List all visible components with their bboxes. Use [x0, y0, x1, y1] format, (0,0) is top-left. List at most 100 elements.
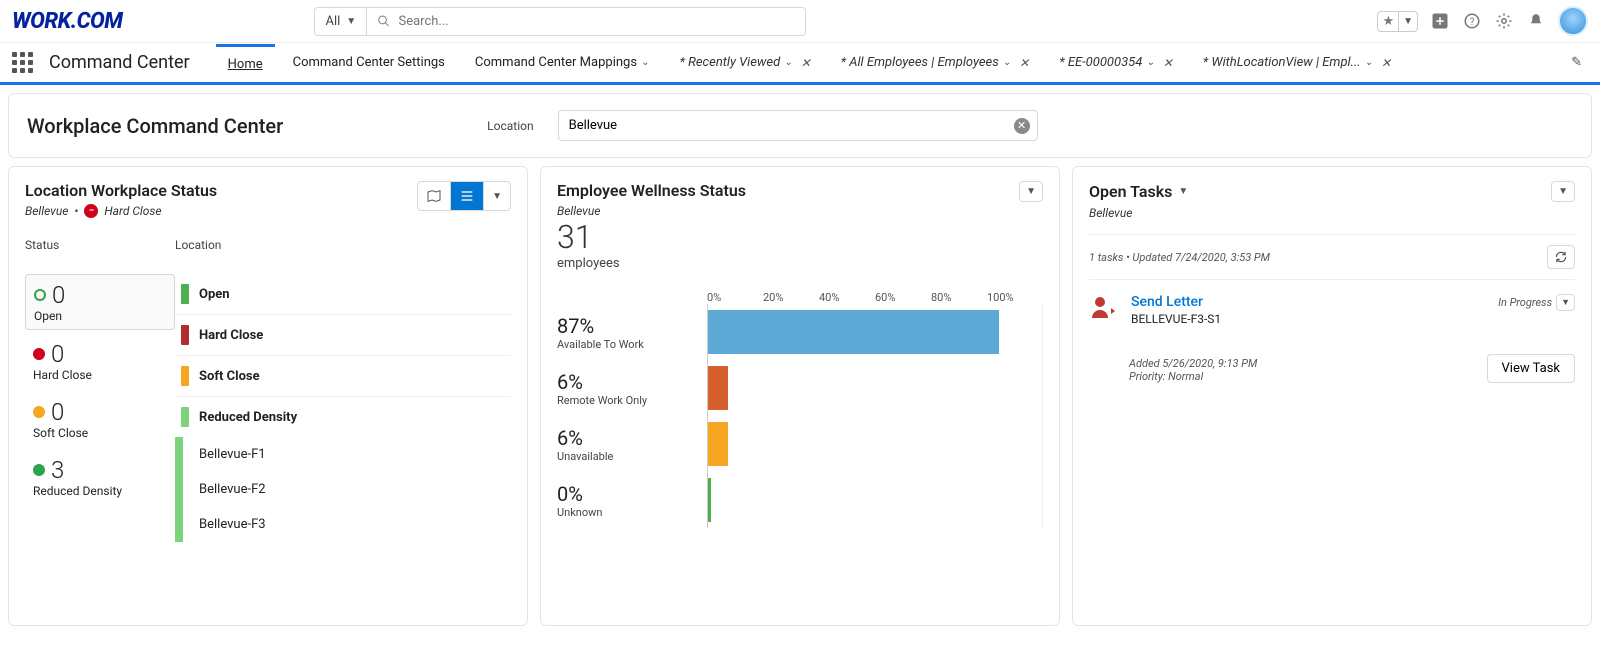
- card-title: Open Tasks: [1089, 182, 1172, 201]
- bar-icon: [181, 325, 189, 345]
- search-scope-label: All: [325, 14, 340, 29]
- bar-label: Remote Work Only: [557, 394, 707, 407]
- close-icon[interactable]: ✕: [1381, 56, 1391, 70]
- hard-close-icon: [33, 348, 45, 360]
- search-input[interactable]: [398, 14, 795, 29]
- location-child-row[interactable]: Bellevue-F2: [183, 472, 511, 507]
- favorites-dropdown[interactable]: ★▼: [1377, 11, 1418, 32]
- task-icon: [1089, 294, 1119, 324]
- star-icon: ★: [1378, 12, 1399, 31]
- bar-label: Available To Work: [557, 338, 707, 351]
- location-row-reduced[interactable]: Reduced Density: [175, 397, 511, 437]
- chevron-down-icon[interactable]: ▼: [1178, 186, 1188, 197]
- tab-withlocationview[interactable]: * WithLocationView | Empl... ⌄ ✕: [1191, 45, 1403, 80]
- status-hard-close[interactable]: 0 Hard Close: [25, 334, 175, 388]
- chart-bar: [708, 366, 728, 410]
- bar-label: Unknown: [557, 506, 707, 519]
- tab-ee-record[interactable]: * EE-00000354⌄✕: [1047, 45, 1185, 80]
- hard-close-icon: –: [84, 204, 98, 218]
- tab-label: Home: [228, 57, 263, 72]
- axis-tick: 100%: [987, 291, 1043, 304]
- search-scope-dropdown[interactable]: All ▼: [314, 7, 366, 36]
- location-input[interactable]: [558, 110, 1038, 141]
- chevron-down-icon: ⌄: [784, 57, 792, 68]
- location-row-open[interactable]: Open: [175, 274, 511, 315]
- chart-bar: [708, 422, 728, 466]
- pencil-icon[interactable]: ✎: [1565, 49, 1588, 76]
- clear-icon[interactable]: ✕: [1014, 118, 1030, 134]
- location-label: Location: [487, 119, 533, 133]
- chart-row: 87%Available To Work: [557, 304, 1043, 360]
- logo: WORK.COM: [12, 9, 122, 34]
- bar-icon: [181, 407, 189, 427]
- page-title: Workplace Command Center: [27, 114, 283, 138]
- bar-pct: 6%: [557, 426, 707, 450]
- employee-count-label: employees: [557, 256, 746, 271]
- open-icon: [34, 289, 46, 301]
- add-icon[interactable]: [1430, 11, 1450, 31]
- search-icon: [377, 14, 390, 28]
- task-title-link[interactable]: Send Letter: [1131, 294, 1486, 310]
- chevron-down-icon: ⌄: [1365, 57, 1373, 68]
- chart-row: 6%Unavailable: [557, 416, 1043, 472]
- tab-label: Command Center Mappings: [475, 55, 637, 70]
- card-location: Bellevue: [1089, 206, 1132, 220]
- app-name: Command Center: [49, 52, 190, 73]
- location-child-row[interactable]: Bellevue-F3: [183, 507, 511, 542]
- tab-label: Command Center Settings: [293, 55, 445, 70]
- svg-text:?: ?: [1470, 17, 1475, 28]
- card-menu-button[interactable]: ▼: [1019, 181, 1043, 202]
- gear-icon[interactable]: [1494, 11, 1514, 31]
- chevron-down-icon: ⌄: [1003, 57, 1011, 68]
- app-launcher-icon[interactable]: [12, 52, 33, 73]
- refresh-button[interactable]: [1547, 245, 1575, 269]
- status-soft-close[interactable]: 0 Soft Close: [25, 392, 175, 446]
- col-location: Location: [175, 234, 221, 256]
- card-menu-button[interactable]: ▼: [1551, 181, 1575, 202]
- tab-label: * Recently Viewed: [679, 55, 780, 70]
- location-child-row[interactable]: Bellevue-F1: [183, 437, 511, 472]
- card-open-tasks: Open Tasks ▼ ▼ Bellevue 1 tasks • Update…: [1072, 166, 1592, 626]
- status-open[interactable]: 0 Open: [25, 274, 175, 330]
- close-icon[interactable]: ✕: [801, 56, 811, 70]
- chevron-down-icon: ▼: [346, 16, 356, 27]
- tab-recently-viewed[interactable]: * Recently Viewed ⌄ ✕: [667, 45, 822, 80]
- list-view-button[interactable]: [450, 182, 483, 210]
- bar-pct: 6%: [557, 370, 707, 394]
- map-view-button[interactable]: [418, 182, 450, 210]
- employee-count: 31: [557, 218, 746, 256]
- axis-tick: 40%: [819, 291, 875, 304]
- task-menu-button[interactable]: ▼: [1556, 294, 1575, 311]
- tab-all-employees[interactable]: * All Employees | Employees⌄✕: [829, 45, 1042, 80]
- tab-cc-mappings[interactable]: Command Center Mappings⌄: [463, 45, 662, 80]
- bell-icon[interactable]: [1526, 11, 1546, 31]
- close-icon[interactable]: ✕: [1163, 56, 1173, 70]
- soft-close-icon: [33, 406, 45, 418]
- avatar[interactable]: [1558, 6, 1588, 36]
- tab-label: * WithLocationView | Empl...: [1203, 55, 1361, 70]
- task-subtitle: BELLEVUE-F3-S1: [1131, 312, 1486, 326]
- card-menu-button[interactable]: ▼: [483, 182, 510, 210]
- task-item: Send Letter BELLEVUE-F3-S1 In Progress ▼: [1089, 280, 1575, 340]
- tab-cc-settings[interactable]: Command Center Settings: [281, 45, 457, 80]
- close-icon[interactable]: ✕: [1019, 56, 1029, 70]
- bar-icon: [181, 284, 189, 304]
- tasks-meta: 1 tasks • Updated 7/24/2020, 3:53 PM: [1089, 251, 1270, 264]
- card-workplace-status: Location Workplace Status Bellevue • – H…: [8, 166, 528, 626]
- reduced-density-icon: [33, 464, 45, 476]
- task-added: Added 5/26/2020, 9:13 PM: [1129, 357, 1257, 370]
- card-location: Bellevue: [25, 204, 68, 218]
- task-priority: Priority: Normal: [1129, 370, 1257, 383]
- card-wellness-status: Employee Wellness Status Bellevue 31 emp…: [540, 166, 1060, 626]
- location-row-soft[interactable]: Soft Close: [175, 356, 511, 397]
- chart-row: 0%Unknown: [557, 472, 1043, 528]
- tab-home[interactable]: Home: [216, 44, 275, 82]
- chevron-down-icon: ⌄: [1146, 57, 1154, 68]
- location-row-hard[interactable]: Hard Close: [175, 315, 511, 356]
- help-icon[interactable]: ?: [1462, 11, 1482, 31]
- wellness-chart: 0% 20% 40% 60% 80% 100% 87%Available To …: [557, 291, 1043, 528]
- chart-bar: [708, 310, 999, 354]
- view-task-button[interactable]: View Task: [1487, 354, 1575, 383]
- bar-icon: [181, 366, 189, 386]
- status-reduced-density[interactable]: 3 Reduced Density: [25, 450, 175, 504]
